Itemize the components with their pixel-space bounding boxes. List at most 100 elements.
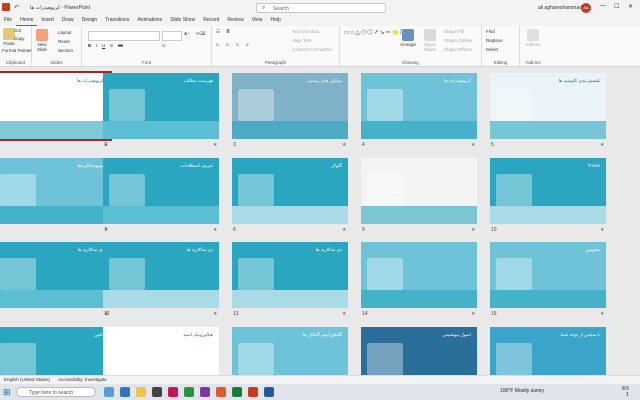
transition-star-icon[interactable]: ★ xyxy=(471,311,475,317)
slide-thumbnail[interactable]: فهرست مطالب xyxy=(103,73,219,139)
transition-star-icon[interactable]: ★ xyxy=(342,142,346,148)
quick-styles-button[interactable]: Quick Styles xyxy=(420,29,440,52)
powerpoint-icon[interactable] xyxy=(248,387,258,397)
undo-icon[interactable]: ↶ xyxy=(14,4,19,11)
menu-review[interactable]: Review xyxy=(223,16,247,26)
slide-thumbnail[interactable] xyxy=(361,242,477,308)
slide-thumbnail[interactable]: کربوهیدرات ها xyxy=(0,71,112,141)
close-button[interactable]: ✕ xyxy=(628,3,633,10)
menu-insert[interactable]: Insert xyxy=(37,16,58,26)
cut-button[interactable]: Cut xyxy=(14,28,21,33)
center-icon[interactable]: ≡ xyxy=(226,42,229,47)
addins-button[interactable]: Add-ins xyxy=(522,29,544,47)
weather-status[interactable]: 100°F Mostly sunny xyxy=(500,388,544,394)
align-right-icon[interactable]: ≡ xyxy=(236,42,239,47)
autosave-icon[interactable] xyxy=(2,3,10,11)
clear-format-icon[interactable]: A⌫ xyxy=(196,31,205,37)
slide-thumbnail[interactable]: کربوهیدرات ها xyxy=(361,73,477,139)
reset-button[interactable]: Reset xyxy=(58,39,70,44)
task-view-icon[interactable] xyxy=(104,387,114,397)
justify-icon[interactable]: ≡ xyxy=(246,42,249,47)
arrange-button[interactable]: Arrange xyxy=(398,29,418,47)
transition-star-icon[interactable]: ★ xyxy=(342,227,346,233)
shadow-icon[interactable]: S xyxy=(110,43,113,48)
select-button[interactable]: Select xyxy=(486,47,499,52)
avatar[interactable]: AA xyxy=(581,3,591,13)
transition-star-icon[interactable]: ★ xyxy=(600,227,604,233)
menu-home[interactable]: Home xyxy=(16,16,38,26)
store-icon[interactable] xyxy=(152,387,162,397)
align-left-icon[interactable]: ≡ xyxy=(216,42,219,47)
maximize-button[interactable]: ☐ xyxy=(614,3,619,10)
transition-star-icon[interactable]: ★ xyxy=(213,227,217,233)
transition-star-icon[interactable]: ★ xyxy=(600,142,604,148)
shape-fill-button[interactable]: Shape Fill xyxy=(444,29,464,34)
taskbar-search[interactable]: Type here to search xyxy=(16,387,96,397)
app-icon[interactable] xyxy=(200,387,210,397)
transition-star-icon[interactable]: ★ xyxy=(342,311,346,317)
replace-button[interactable]: Replace xyxy=(486,38,503,43)
accessibility-status[interactable]: Accessibility: Investigate xyxy=(58,377,107,382)
slide-thumbnail[interactable]: با سپاس از توجه شما xyxy=(490,327,606,375)
menu-draw[interactable]: Draw xyxy=(58,16,78,26)
slide-thumbnail[interactable]: دی ساکارید ها xyxy=(103,242,219,308)
excel-icon[interactable] xyxy=(232,387,242,397)
bullets-icon[interactable]: ☰ xyxy=(216,29,220,35)
slide-thumbnail[interactable]: موکول های زیستی xyxy=(232,73,348,139)
new-slide-button[interactable]: New Slide xyxy=(34,29,50,52)
shape-outline-button[interactable]: Shape Outline xyxy=(444,38,473,43)
transition-star-icon[interactable]: ★ xyxy=(471,142,475,148)
app-icon-2[interactable] xyxy=(216,387,226,397)
text-direction-button[interactable]: Text Direction xyxy=(292,29,319,34)
font-color-icon[interactable]: A xyxy=(162,43,165,48)
italic-icon[interactable]: I xyxy=(96,43,97,48)
shape-effects-button[interactable]: Shape Effects xyxy=(444,47,472,52)
slide-thumbnail[interactable]: Triose xyxy=(490,158,606,224)
menu-animations[interactable]: Animations xyxy=(133,16,166,26)
format-painter-button[interactable]: Format Painter xyxy=(2,48,32,53)
transition-star-icon[interactable]: ★ xyxy=(471,227,475,233)
slide-thumbnail[interactable]: سلوبیوز xyxy=(490,242,606,308)
language-status[interactable]: English (United States) xyxy=(4,377,50,382)
menu-record[interactable]: Record xyxy=(199,16,223,26)
menu-design[interactable]: Design xyxy=(78,16,102,26)
media-player-icon[interactable] xyxy=(168,387,178,397)
word-icon[interactable] xyxy=(264,387,274,397)
convert-smartart-button[interactable]: Convert to SmartArt xyxy=(292,47,332,52)
edge-browser-icon[interactable] xyxy=(120,387,130,397)
windows-start-icon[interactable]: ⊞ xyxy=(3,387,11,398)
strikethrough-icon[interactable]: ab xyxy=(118,43,123,48)
slide-thumbnail[interactable] xyxy=(361,158,477,224)
slide-thumbnail[interactable]: دی ساکارید ها xyxy=(232,242,348,308)
menu-slide-show[interactable]: Slide Show xyxy=(166,16,199,26)
slide-thumbnail[interactable]: هیالورونیک اسید xyxy=(103,327,219,375)
slide-thumbnail[interactable]: مونوساکاریدها xyxy=(0,158,110,224)
grow-font-icon[interactable]: A↑ xyxy=(184,31,190,36)
underline-icon[interactable]: U xyxy=(102,43,105,48)
shapes-gallery[interactable]: ▭○△⬠⬡↗↘⇨⭐☐ xyxy=(344,29,405,55)
font-name-select[interactable] xyxy=(88,31,160,41)
minimize-button[interactable]: — xyxy=(600,3,606,9)
file-explorer-icon[interactable] xyxy=(136,387,146,397)
transition-star-icon[interactable]: ★ xyxy=(600,311,604,317)
slide-thumbnail[interactable]: گلوکز xyxy=(232,158,348,224)
slide-thumbnail[interactable]: اصول بیوشیمی xyxy=(361,327,477,375)
clock-date[interactable]: 1 xyxy=(626,392,629,398)
slide-thumbnail[interactable]: گلیکوزآمینو گلیکان ها xyxy=(232,327,348,375)
menu-view[interactable]: View xyxy=(248,16,267,26)
user-name[interactable]: ali aghamohammadi xyxy=(538,5,583,11)
slide-thumbnail[interactable]: تقسیم بندی کلوسید ها xyxy=(490,73,606,139)
bold-icon[interactable]: B xyxy=(88,43,91,48)
slide-thumbnail[interactable]: دی ساکارید ها xyxy=(0,242,110,308)
menu-help[interactable]: Help xyxy=(266,16,284,26)
search-box[interactable]: ⌕ Search xyxy=(256,3,386,13)
chrome-icon[interactable] xyxy=(184,387,194,397)
transition-star-icon[interactable]: ★ xyxy=(213,142,217,148)
font-size-select[interactable] xyxy=(162,31,182,41)
slide-thumbnail[interactable]: پکتین xyxy=(0,327,110,375)
transition-star-icon[interactable]: ★ xyxy=(213,311,217,317)
menu-file[interactable]: File xyxy=(0,16,16,26)
copy-button[interactable]: Copy xyxy=(14,36,25,41)
align-text-button[interactable]: Align Text xyxy=(292,38,311,43)
find-button[interactable]: Find xyxy=(486,29,495,34)
